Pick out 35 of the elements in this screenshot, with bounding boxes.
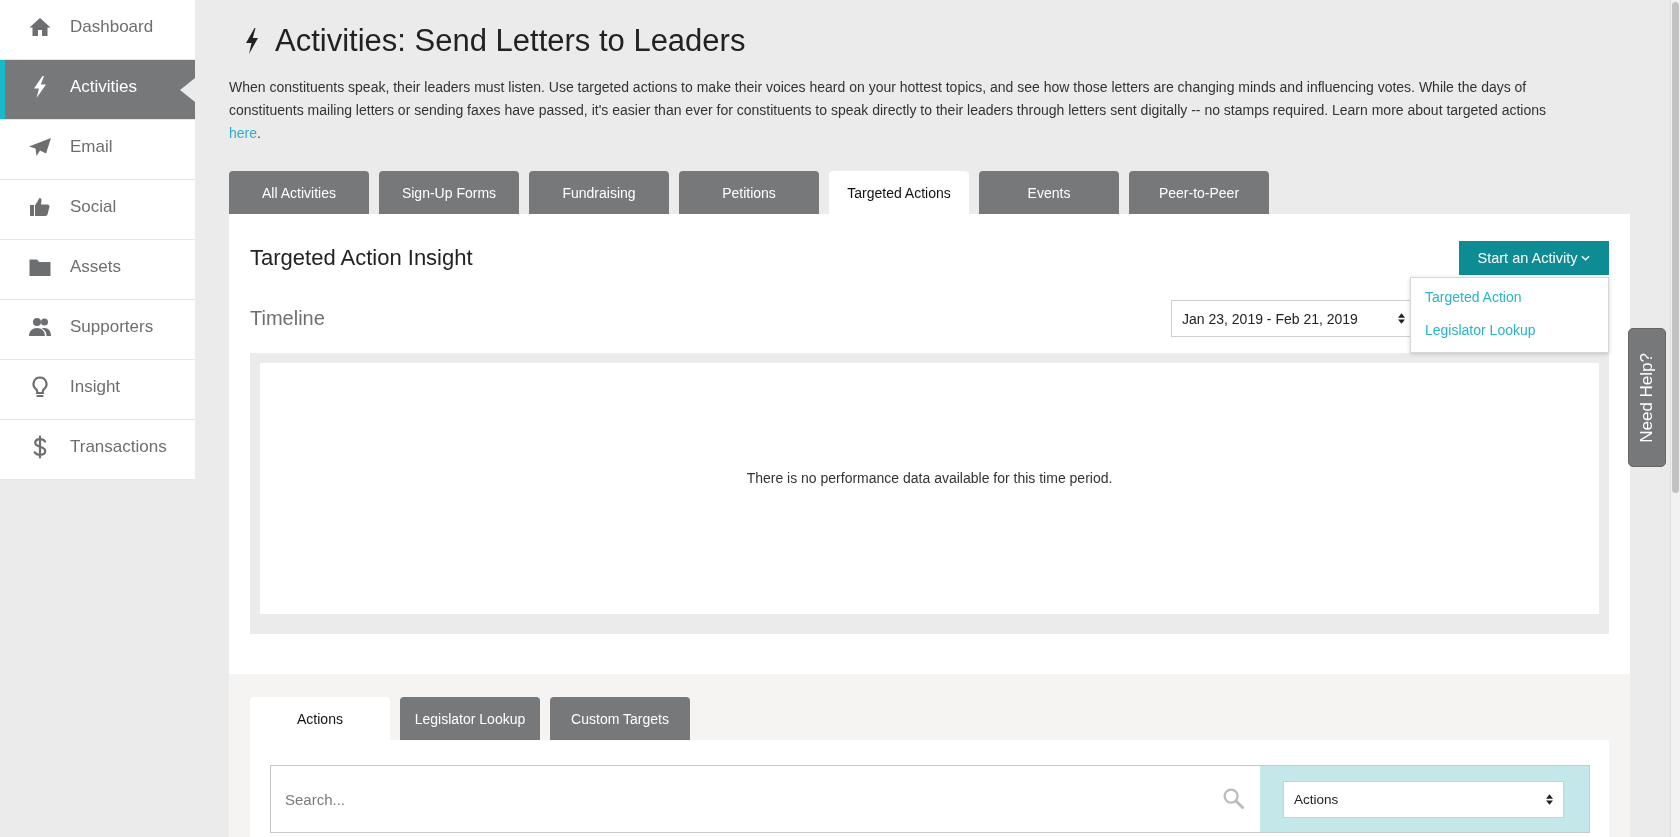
thumbs-up-icon [28, 195, 52, 219]
menu-item[interactable]: Legislator Lookup [1411, 314, 1608, 347]
sidebar-item[interactable]: Insight [0, 360, 195, 420]
lightning-icon [245, 27, 259, 54]
activity-tab[interactable]: Sign-Up Forms [379, 171, 519, 214]
activity-tab[interactable]: Events [979, 171, 1119, 214]
activity-tab[interactable]: All Activities [229, 171, 369, 214]
menu-item[interactable]: Targeted Action [1411, 281, 1608, 314]
list-tab[interactable]: Actions [250, 697, 390, 740]
sidebar-item[interactable]: Social [0, 180, 195, 240]
sidebar-item[interactable]: Supporters [0, 300, 195, 360]
timeline-heading: Timeline [250, 307, 325, 330]
list-tab[interactable]: Custom Targets [550, 697, 690, 740]
scrollbar-thumb[interactable] [1672, 2, 1679, 493]
chevron-down-icon [1581, 255, 1591, 261]
sidebar-item[interactable]: Transactions [0, 420, 195, 480]
activity-tab[interactable]: Fundraising [529, 171, 669, 214]
start-activity-button[interactable]: Start an Activity [1459, 241, 1609, 275]
home-icon [28, 15, 52, 39]
paper-plane-icon [28, 135, 52, 159]
intro-paragraph: When constituents speak, their leaders must listen. Use targeted actions to make their voices heard on your hottest topics, and see how those letters are changing minds and influencing votes. While the days of constituents mailing letters or sending faxes have passed, it's easier than ever for constituents to speak directly to their leaders through letters sent digitally -- no stamps required. Learn more about targeted actions here. [229, 78, 1548, 143]
activity-tab[interactable]: Targeted Actions [829, 171, 969, 214]
section-title: Targeted Action Insight [250, 245, 473, 271]
help-tab[interactable]: Need Help? [1628, 328, 1666, 467]
select-arrows-icon [1398, 313, 1405, 324]
sidebar-item[interactable]: Assets [0, 240, 195, 300]
date-range-select[interactable]: Jan 23, 2019 - Feb 21, 2019 [1171, 300, 1412, 337]
page-title: Activities: Send Letters to Leaders [275, 22, 746, 59]
sidebar-item[interactable]: Email [0, 120, 195, 180]
activity-tab[interactable]: Peer-to-Peer [1129, 171, 1269, 214]
empty-message: There is no performance data available for this time period. [746, 469, 1113, 486]
list-tab[interactable]: Legislator Lookup [400, 697, 540, 740]
sidebar-item[interactable]: Activities [0, 60, 195, 120]
activity-tab[interactable]: Petitions [679, 171, 819, 214]
users-icon [28, 315, 52, 339]
